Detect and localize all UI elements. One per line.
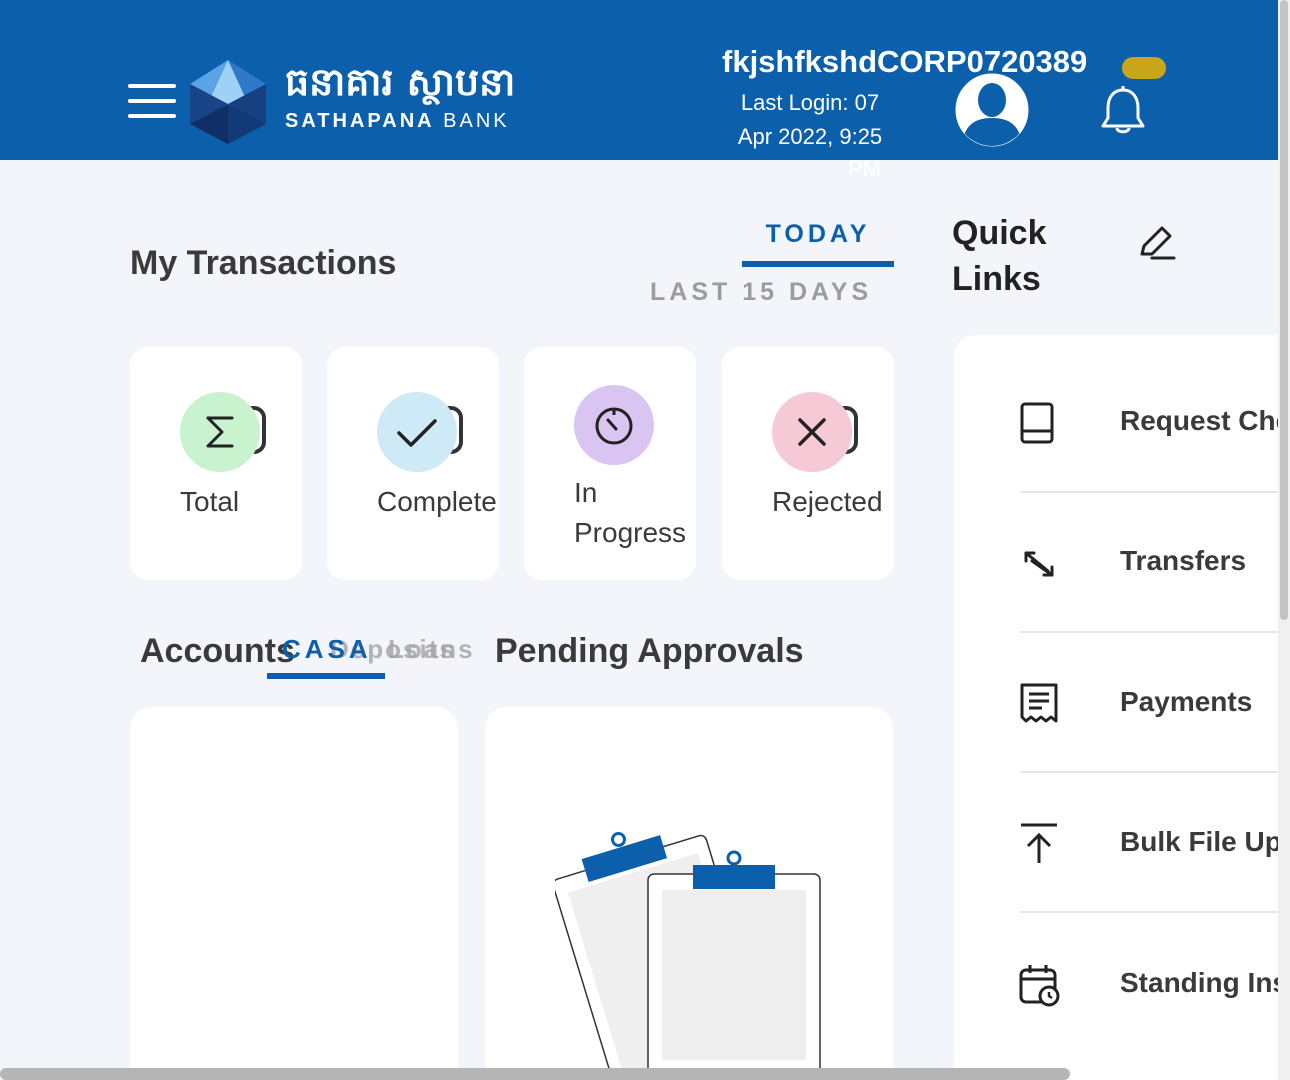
upload-icon — [1018, 821, 1060, 870]
my-transactions-title: My Transactions — [130, 244, 397, 282]
last-login: Last Login: 07 Apr 2022, 9:25 — [737, 90, 883, 149]
accounts-panel — [130, 707, 458, 1080]
card-label: Complete — [377, 486, 497, 517]
quick-links-title: Quick Links — [952, 214, 1047, 298]
transaction-card-rejected[interactable]: Rejected — [722, 347, 894, 580]
hamburger-menu-icon[interactable] — [128, 84, 176, 118]
timer-icon — [574, 385, 654, 465]
close-icon — [772, 392, 852, 472]
last-login-tail: PM — [848, 156, 881, 181]
tab-today[interactable]: TODAY — [742, 220, 894, 249]
receipt-icon — [1018, 681, 1060, 730]
quick-link-request-cheque[interactable]: Request Che — [954, 353, 1278, 493]
quick-link-payments[interactable]: Payments — [954, 633, 1278, 773]
logo-english-text: SATHAPANA BANK — [285, 110, 510, 132]
horizontal-scrollbar-thumb[interactable] — [0, 1068, 1070, 1080]
quick-link-label: Standing Inst — [1120, 967, 1278, 998]
pending-approvals-title: Pending Approvals — [495, 632, 804, 670]
card-label: Total — [180, 486, 240, 517]
transaction-card-total[interactable]: Total — [130, 347, 302, 580]
tab-last-15-days[interactable]: LAST 15 DAYS — [650, 278, 870, 307]
tab-loans[interactable]: Loans — [388, 634, 475, 665]
notification-bell-icon[interactable] — [1100, 86, 1146, 141]
quick-link-label: Transfers — [1120, 545, 1247, 576]
notification-badge — [1122, 57, 1166, 79]
transaction-card-in-progress[interactable]: In Progress — [524, 347, 696, 580]
transaction-card-complete[interactable]: Complete — [327, 347, 499, 580]
book-icon — [1018, 401, 1058, 450]
app-header: ធនាគារ ស្ថាបនា SATHAPANA BANK fkjshfkshd… — [0, 0, 1278, 160]
card-label-line1: In — [574, 477, 598, 508]
empty-clipboards-illustration — [555, 831, 821, 1080]
tab-casa[interactable]: CASA — [282, 634, 372, 665]
quick-link-label: Request Che — [1120, 405, 1278, 436]
quick-link-standing-instructions[interactable]: Standing Inst — [954, 913, 1278, 1053]
vertical-scrollbar-thumb[interactable] — [1280, 0, 1288, 620]
transfer-arrows-icon — [1018, 543, 1058, 588]
quick-link-bulk-file-upload[interactable]: Bulk File Uplo — [954, 773, 1278, 913]
quick-link-label: Payments — [1120, 686, 1253, 717]
quick-link-transfers[interactable]: Transfers — [954, 493, 1278, 633]
card-label-line2: Progress — [574, 517, 687, 548]
edit-pencil-icon[interactable] — [1136, 222, 1176, 267]
tab-casa-underline — [267, 673, 385, 679]
avatar-icon[interactable] — [952, 70, 1032, 150]
bank-logo-icon — [190, 60, 266, 149]
logo-khmer-text: ធនាគារ ស្ថាបនា — [285, 59, 516, 104]
sigma-icon — [180, 392, 260, 472]
quick-links-panel: Request Che Transfers Payments Bulk File… — [954, 335, 1278, 1080]
check-icon — [377, 392, 457, 472]
calendar-clock-icon — [1018, 963, 1062, 1012]
pending-approvals-panel — [485, 707, 893, 1080]
accounts-title: Accounts — [140, 632, 295, 670]
tab-today-underline — [742, 261, 894, 267]
card-label: Rejected — [772, 486, 883, 517]
username: fkjshfkshdCORP0720389 — [722, 44, 1088, 79]
quick-link-label: Bulk File Uplo — [1120, 826, 1278, 857]
